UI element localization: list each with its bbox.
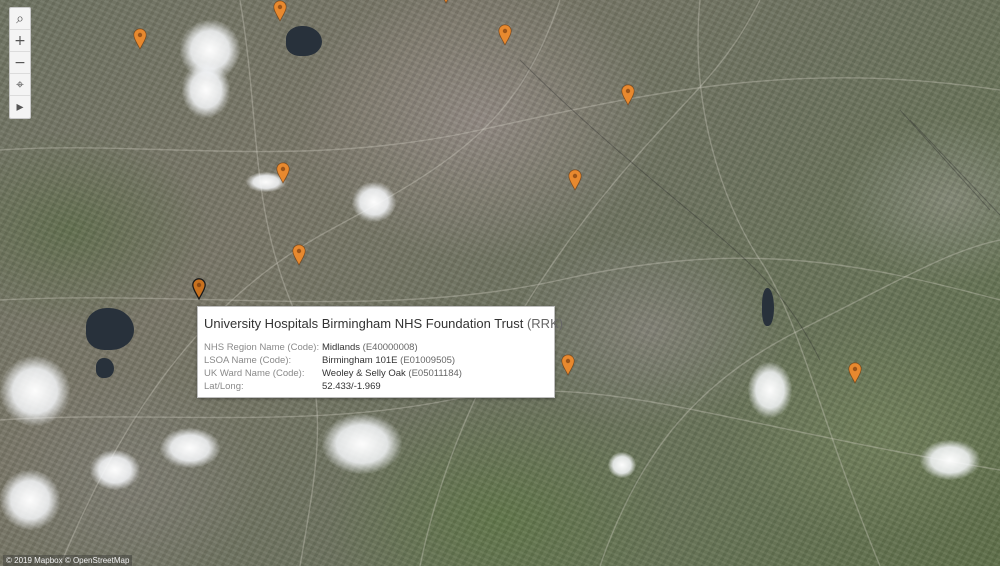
hospital-marker[interactable]	[561, 354, 575, 376]
ward-value: Weoley & Selly Oak (E05011184)	[322, 368, 462, 379]
lake	[762, 288, 774, 326]
region-label: NHS Region Name (Code):	[204, 342, 320, 353]
hospital-marker[interactable]	[848, 362, 862, 384]
hospital-tooltip: University Hospitals Birmingham NHS Foun…	[197, 306, 563, 398]
map-controls: ⌕ + − ⌖ ▸	[9, 7, 31, 119]
map-pin-icon	[443, 0, 449, 4]
search-button[interactable]: ⌕	[10, 8, 30, 30]
lsoa-row: LSOA Name (Code): Birmingham 101E (E0100…	[204, 354, 548, 367]
hospital-marker[interactable]	[621, 84, 635, 106]
cloud	[322, 414, 402, 474]
map-pin-icon	[292, 244, 306, 266]
tooltip-details: NHS Region Name (Code): Midlands (E40000…	[204, 341, 548, 393]
map-pin-icon	[276, 162, 290, 184]
cloud	[182, 62, 230, 118]
latlong-row: Lat/Long: 52.433/-1.969	[204, 380, 548, 393]
cloud	[608, 452, 636, 478]
trust-name: University Hospitals Birmingham NHS Foun…	[204, 316, 524, 331]
cloud	[352, 182, 396, 222]
reservoir	[286, 26, 322, 56]
ward-row: UK Ward Name (Code): Weoley & Selly Oak …	[204, 367, 548, 380]
road-network	[0, 0, 1000, 566]
region-row: NHS Region Name (Code): Midlands (E40000…	[204, 341, 548, 354]
hospital-marker[interactable]	[273, 0, 287, 22]
map-pin-icon	[568, 169, 582, 191]
zoom-out-button[interactable]: −	[10, 52, 30, 74]
hospital-marker[interactable]	[568, 169, 582, 191]
hospital-marker[interactable]	[276, 162, 290, 184]
region-value: Midlands (E40000008)	[322, 342, 418, 353]
cloud	[748, 362, 792, 418]
selected-hospital-marker[interactable]	[192, 278, 206, 300]
tooltip-title: University Hospitals Birmingham NHS Foun…	[204, 316, 563, 331]
reset-map-button[interactable]: ⌖	[10, 74, 30, 96]
latlong-value: 52.433/-1.969	[322, 381, 381, 392]
zoom-in-button[interactable]: +	[10, 30, 30, 52]
map-pin-icon	[621, 84, 635, 106]
map-attribution[interactable]: © 2019 Mapbox © OpenStreetMap	[3, 555, 133, 566]
hospital-marker[interactable]	[133, 28, 147, 50]
latlong-label: Lat/Long:	[204, 381, 244, 392]
cloud	[920, 440, 980, 480]
cloud	[0, 356, 70, 426]
lsoa-label: LSOA Name (Code):	[204, 355, 292, 366]
reservoir	[86, 308, 134, 350]
lsoa-value: Birmingham 101E (E01009505)	[322, 355, 456, 366]
hospital-marker[interactable]	[439, 0, 453, 4]
cloud	[90, 450, 140, 490]
map-pin-icon	[848, 362, 862, 384]
trust-code: (RRK)	[526, 316, 564, 331]
map-pin-icon	[273, 0, 287, 22]
cloud	[160, 428, 220, 468]
expand-toolbar-button[interactable]: ▸	[10, 96, 30, 118]
map-pin-icon	[498, 24, 512, 46]
lake	[96, 358, 114, 378]
map-pin-icon	[561, 354, 575, 376]
hospital-marker[interactable]	[498, 24, 512, 46]
hospital-marker[interactable]	[292, 244, 306, 266]
ward-label: UK Ward Name (Code):	[204, 368, 305, 379]
map-pin-icon	[192, 278, 206, 300]
map-pin-icon	[133, 28, 147, 50]
cloud	[0, 470, 60, 530]
satellite-map[interactable]	[0, 0, 1000, 566]
